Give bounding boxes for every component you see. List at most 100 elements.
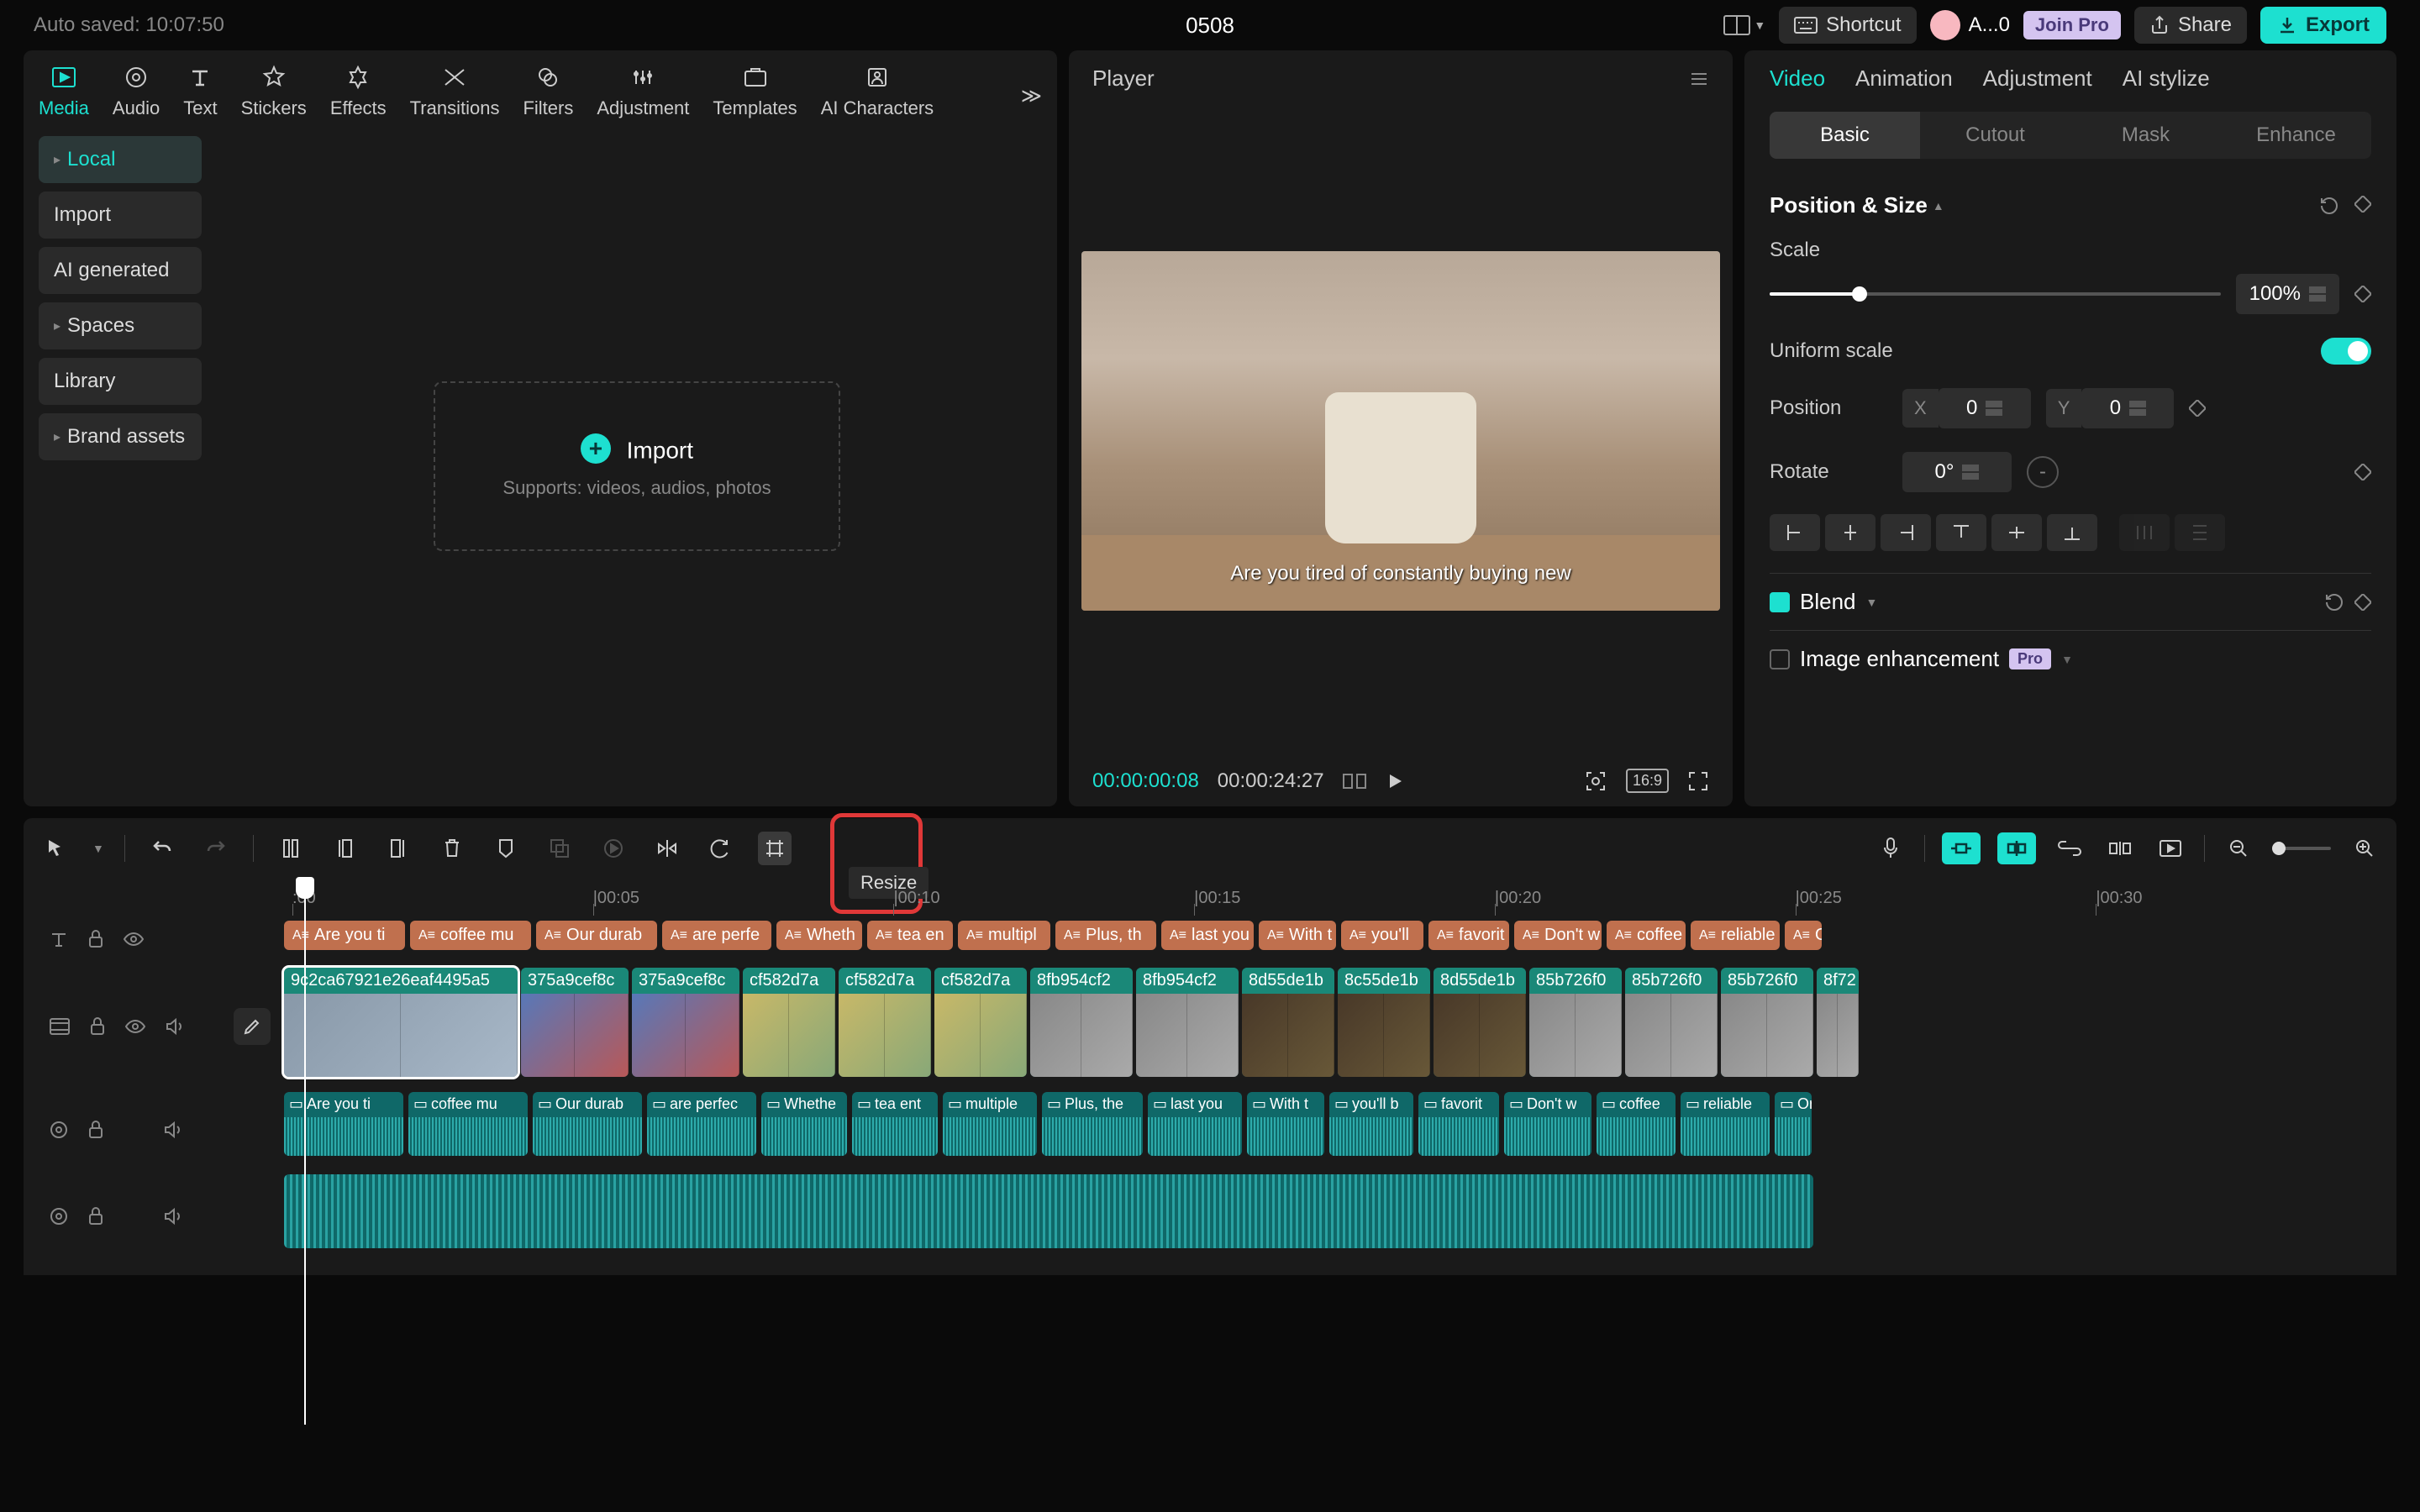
speaker-icon[interactable]	[163, 1206, 183, 1226]
lock-icon[interactable]	[87, 929, 104, 949]
marker-button[interactable]	[489, 832, 523, 865]
play-button[interactable]	[1385, 771, 1405, 791]
caption-clip[interactable]: A≡tea en	[867, 921, 953, 950]
audio-clip[interactable]: ▭last you	[1148, 1092, 1242, 1156]
video-clip[interactable]: 85b726f0	[1625, 968, 1718, 1077]
video-clip[interactable]: 8f72	[1817, 968, 1859, 1077]
caption-clip[interactable]: A≡you'll	[1341, 921, 1423, 950]
caption-clip[interactable]: A≡last you	[1161, 921, 1254, 950]
sidebar-item-library[interactable]: Library	[39, 358, 202, 405]
sidebar-item-ai-generated[interactable]: AI generated	[39, 247, 202, 294]
audio-clip[interactable]: ▭you'll b	[1329, 1092, 1413, 1156]
export-button[interactable]: Export	[2260, 7, 2386, 44]
avatar[interactable]	[1930, 10, 1960, 40]
audio-clip[interactable]: ▭Or	[1775, 1092, 1812, 1156]
sidebar-item-import[interactable]: Import	[39, 192, 202, 239]
resize-button[interactable]	[758, 832, 792, 865]
media-tab-adjustment[interactable]: Adjustment	[597, 62, 689, 119]
eye-icon[interactable]	[124, 1018, 146, 1035]
mirror-h-button[interactable]	[650, 832, 684, 865]
split-button[interactable]	[274, 832, 308, 865]
audio-clip[interactable]: ▭multiple	[943, 1092, 1037, 1156]
keyframe-icon[interactable]	[2189, 400, 2206, 417]
video-clip[interactable]: 8fb954cf2	[1030, 968, 1133, 1077]
uniform-scale-toggle[interactable]	[2321, 338, 2371, 365]
video-clip[interactable]: 375a9cef8c	[521, 968, 629, 1077]
scale-slider[interactable]	[1770, 292, 2221, 296]
video-clip[interactable]: cf582d7a	[743, 968, 835, 1077]
caption-clip[interactable]: A≡coffee	[1607, 921, 1686, 950]
sidebar-item-local[interactable]: ▸Local	[39, 136, 202, 183]
import-dropzone[interactable]: + Import Supports: videos, audios, photo…	[434, 381, 839, 552]
media-tab-templates[interactable]: Templates	[713, 62, 797, 119]
link-button[interactable]	[2053, 832, 2086, 865]
keyframe-icon[interactable]	[2354, 464, 2371, 480]
align-left-button[interactable]	[1770, 514, 1820, 551]
mic-button[interactable]	[1874, 832, 1907, 865]
video-clip[interactable]: 8d55de1b	[1242, 968, 1334, 1077]
zoom-slider[interactable]	[2272, 847, 2331, 850]
focus-icon[interactable]	[1584, 769, 1607, 793]
compare-icon[interactable]	[1343, 771, 1366, 791]
rotate-button[interactable]	[704, 832, 738, 865]
zoom-out-button[interactable]	[2222, 832, 2255, 865]
position-y-input[interactable]: 0	[2081, 388, 2174, 428]
caption-clip[interactable]: A≡are perfe	[662, 921, 771, 950]
magnet-main-button[interactable]	[1942, 832, 1981, 864]
media-tab-media[interactable]: Media	[39, 62, 89, 119]
audio-clip[interactable]: ▭Our durab	[533, 1092, 642, 1156]
speed-button[interactable]	[597, 832, 630, 865]
audio-clip[interactable]: ▭Are you ti	[284, 1092, 403, 1156]
share-button[interactable]: Share	[2134, 7, 2247, 44]
blend-checkbox[interactable]	[1770, 592, 1790, 612]
music-clip[interactable]	[284, 1174, 1813, 1248]
undo-button[interactable]	[145, 832, 179, 865]
caption-clip[interactable]: A≡multipl	[958, 921, 1050, 950]
keyframe-icon[interactable]	[2354, 196, 2371, 216]
align-top-button[interactable]	[1936, 514, 1986, 551]
zoom-in-button[interactable]	[2348, 832, 2381, 865]
sidebar-item-brand-assets[interactable]: ▸Brand assets	[39, 413, 202, 460]
caption-clip[interactable]: A≡coffee mu	[410, 921, 531, 950]
audio-clip[interactable]: ▭Whethe	[761, 1092, 847, 1156]
more-tabs-icon[interactable]: ≫	[1021, 84, 1042, 108]
gap-button[interactable]	[2103, 832, 2137, 865]
sidebar-item-spaces[interactable]: ▸Spaces	[39, 302, 202, 349]
tool-dropdown-icon[interactable]: ▼	[92, 842, 104, 855]
reset-icon[interactable]	[2319, 196, 2339, 216]
lock-icon[interactable]	[87, 1120, 104, 1140]
audio-clip[interactable]: ▭tea ent	[852, 1092, 938, 1156]
collapse-icon[interactable]: ▼	[2061, 653, 2073, 666]
layout-icon[interactable]: ▼	[1723, 15, 1765, 35]
join-pro-button[interactable]: Join Pro	[2023, 11, 2121, 39]
distribute-h-button[interactable]	[2119, 514, 2170, 551]
scale-input[interactable]: 100%	[2236, 274, 2339, 314]
mirror-button[interactable]: -	[2027, 456, 2059, 488]
video-clip[interactable]: cf582d7a	[934, 968, 1027, 1077]
caption-clip[interactable]: A≡With t	[1259, 921, 1336, 950]
audio-clip[interactable]: ▭favorit	[1418, 1092, 1499, 1156]
copy-button[interactable]	[543, 832, 576, 865]
keyframe-icon[interactable]	[2354, 594, 2371, 611]
eye-icon[interactable]	[123, 931, 145, 948]
rotate-input[interactable]: 0°	[1902, 452, 2012, 492]
keyframe-icon[interactable]	[2354, 286, 2371, 302]
media-tab-filters[interactable]: Filters	[523, 62, 573, 119]
collapse-icon[interactable]: ▼	[1866, 596, 1878, 609]
audio-clip[interactable]: ▭reliable	[1681, 1092, 1770, 1156]
inspector-tab-animation[interactable]: Animation	[1855, 66, 1953, 92]
caption-clip[interactable]: A≡Don't w	[1514, 921, 1602, 950]
caption-clip[interactable]: A≡favorit	[1428, 921, 1509, 950]
audio-clip[interactable]: ▭coffee	[1597, 1092, 1676, 1156]
caption-clip[interactable]: A≡Wheth	[776, 921, 862, 950]
video-clip[interactable]: 9c2ca67921e26eaf4495a5	[284, 968, 518, 1077]
trim-left-button[interactable]	[328, 832, 361, 865]
fullscreen-icon[interactable]	[1687, 770, 1709, 792]
audio-clip[interactable]: ▭coffee mu	[408, 1092, 528, 1156]
player-menu-icon[interactable]	[1689, 69, 1709, 89]
position-x-input[interactable]: 0	[1939, 388, 2031, 428]
video-clip[interactable]: 8c55de1b	[1338, 968, 1430, 1077]
caption-clip[interactable]: A≡Plus, th	[1055, 921, 1156, 950]
magnet-align-button[interactable]	[1997, 832, 2036, 864]
caption-clip[interactable]: A≡Our durab	[536, 921, 657, 950]
